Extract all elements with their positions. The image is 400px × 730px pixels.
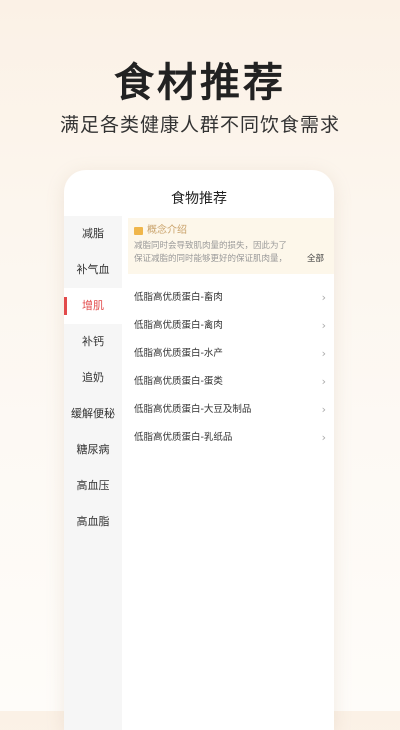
list-item[interactable]: 低脂高优质蛋白-畜肉 › <box>122 284 334 312</box>
chevron-right-icon: › <box>321 347 326 360</box>
list-item-label: 低脂高优质蛋白-大豆及制品 <box>134 404 252 415</box>
list-item-label: 低脂高优质蛋白-畜肉 <box>134 292 223 303</box>
sidebar-item-muscle[interactable]: 增肌 <box>64 288 122 324</box>
intro-text: 减脂同时会导致肌肉量的损失，因此为了保证减脂的同时能够更好的保证肌肉量，我们… <box>134 241 288 264</box>
list-item[interactable]: 低脂高优质蛋白-大豆及制品 › <box>122 396 334 424</box>
list-item-label: 低脂高优质蛋白-水产 <box>134 348 223 359</box>
chevron-right-icon: › <box>321 291 326 304</box>
sidebar-item-hyperlipidemia[interactable]: 高血脂 <box>64 504 122 540</box>
concept-intro-card[interactable]: 概念介绍 减脂同时会导致肌肉量的损失，因此为了保证减脂的同时能够更好的保证肌肉量… <box>128 218 334 274</box>
chevron-right-icon: › <box>321 431 326 444</box>
intro-heading: 概念介绍 <box>134 224 334 238</box>
content-panel: 概念介绍 减脂同时会导致肌肉量的损失，因此为了保证减脂的同时能够更好的保证肌肉量… <box>122 216 334 730</box>
sidebar-item-constipation[interactable]: 缓解便秘 <box>64 396 122 432</box>
sidebar-item-hypertension[interactable]: 高血压 <box>64 468 122 504</box>
list-item-label: 低脂高优质蛋白-乳纸品 <box>134 432 233 443</box>
page-title: 食物推荐 <box>171 191 227 207</box>
list-item[interactable]: 低脂高优质蛋白-蛋类 › <box>122 368 334 396</box>
list-item[interactable]: 低脂高优质蛋白-乳纸品 › <box>122 424 334 452</box>
category-sidebar: 减脂 补气血 增肌 补钙 追奶 缓解便秘 糖尿病 高血压 高血脂 <box>64 216 122 730</box>
sidebar-item-calcium[interactable]: 补钙 <box>64 324 122 360</box>
sidebar-item-blood[interactable]: 补气血 <box>64 252 122 288</box>
sidebar-item-diabetes[interactable]: 糖尿病 <box>64 432 122 468</box>
food-list: 低脂高优质蛋白-畜肉 › 低脂高优质蛋白-禽肉 › 低脂高优质蛋白-水产 › 低… <box>122 284 334 452</box>
intro-title: 概念介绍 <box>147 225 187 236</box>
sidebar-item-fat-loss[interactable]: 减脂 <box>64 216 122 252</box>
book-icon <box>134 227 143 235</box>
sidebar-item-lactation[interactable]: 追奶 <box>64 360 122 396</box>
list-item-label: 低脂高优质蛋白-禽肉 <box>134 320 223 331</box>
intro-more-link[interactable]: 全部 <box>307 252 324 264</box>
list-item[interactable]: 低脂高优质蛋白-禽肉 › <box>122 312 334 340</box>
chevron-right-icon: › <box>321 319 326 332</box>
chevron-right-icon: › <box>321 375 326 388</box>
list-item-label: 低脂高优质蛋白-蛋类 <box>134 376 223 387</box>
hero-subtitle: 满足各类健康人群不同饮食需求 <box>59 114 340 136</box>
hero-title: 食材推荐 <box>114 60 286 106</box>
phone-screen: 食物推荐 减脂 补气血 增肌 补钙 追奶 缓解便秘 糖尿病 高血压 高血脂 概念… <box>64 170 334 730</box>
list-item[interactable]: 低脂高优质蛋白-水产 › <box>122 340 334 368</box>
chevron-right-icon: › <box>321 403 326 416</box>
